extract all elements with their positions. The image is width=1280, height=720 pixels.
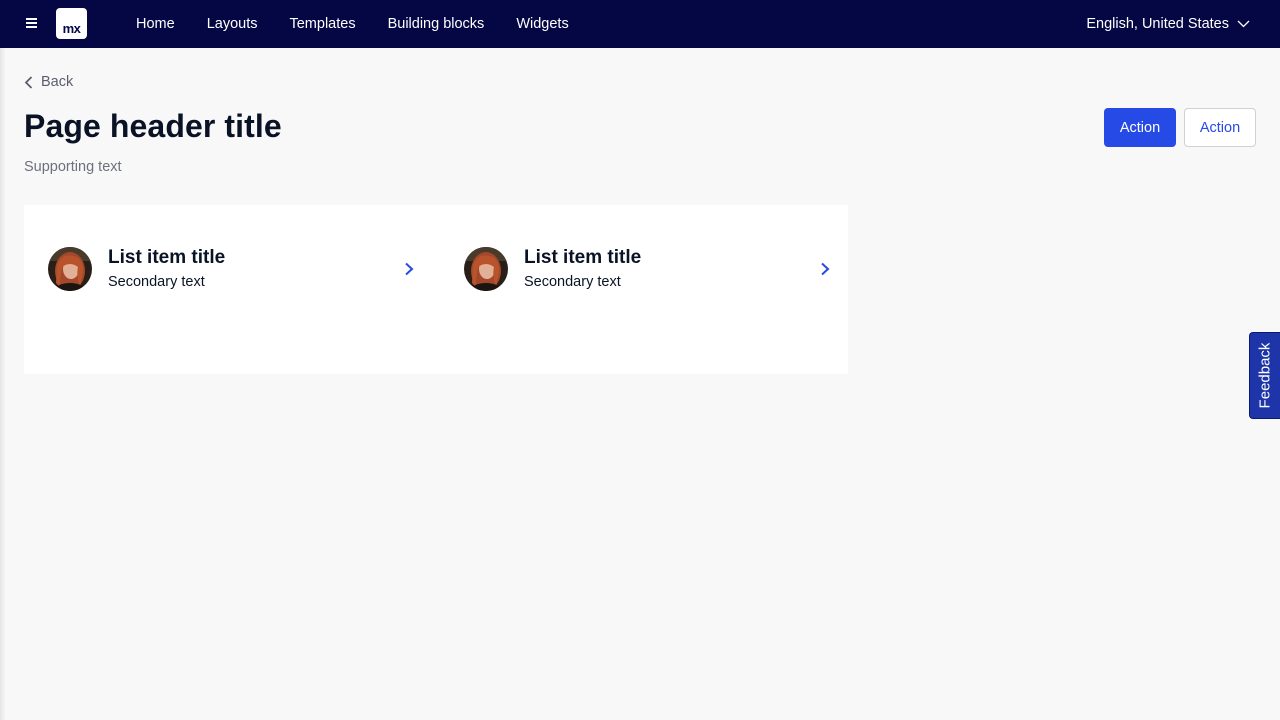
language-label: English, United States — [1086, 16, 1229, 32]
app-logo[interactable]: mx — [56, 8, 87, 39]
list-item-title: List item title — [108, 247, 226, 268]
main-nav: Home Layouts Templates Building blocks W… — [120, 0, 585, 48]
page-edge-shadow — [0, 48, 6, 720]
secondary-action-button[interactable]: Action — [1184, 108, 1256, 147]
language-selector[interactable]: English, United States — [1086, 0, 1250, 48]
back-label: Back — [41, 74, 74, 90]
list-item-title: List item title — [524, 247, 642, 268]
chevron-down-icon — [1237, 20, 1250, 28]
hamburger-menu-icon[interactable] — [26, 18, 37, 30]
nav-item-home[interactable]: Home — [120, 0, 191, 48]
chevron-right-icon — [821, 262, 830, 276]
chevron-right-icon — [405, 262, 414, 276]
nav-item-templates[interactable]: Templates — [273, 0, 371, 48]
back-link[interactable]: Back — [24, 72, 73, 92]
nav-item-layouts[interactable]: Layouts — [191, 0, 274, 48]
list-card: List item title Secondary text List item… — [24, 205, 848, 374]
list-item-secondary-text: Secondary text — [524, 274, 621, 290]
nav-item-widgets[interactable]: Widgets — [500, 0, 584, 48]
chevron-left-icon — [24, 75, 33, 89]
feedback-label: Feedback — [1256, 342, 1274, 409]
page-title: Page header title — [24, 108, 282, 144]
list-item[interactable]: List item title Secondary text — [464, 247, 832, 291]
top-navigation-bar: mx Home Layouts Templates Building block… — [0, 0, 1280, 48]
avatar — [48, 247, 92, 291]
supporting-text: Supporting text — [24, 159, 122, 175]
primary-action-button[interactable]: Action — [1104, 108, 1176, 147]
list-item[interactable]: List item title Secondary text — [48, 247, 416, 291]
list-item-secondary-text: Secondary text — [108, 274, 205, 290]
avatar — [464, 247, 508, 291]
nav-item-building-blocks[interactable]: Building blocks — [372, 0, 501, 48]
feedback-tab[interactable]: Feedback — [1249, 332, 1280, 419]
